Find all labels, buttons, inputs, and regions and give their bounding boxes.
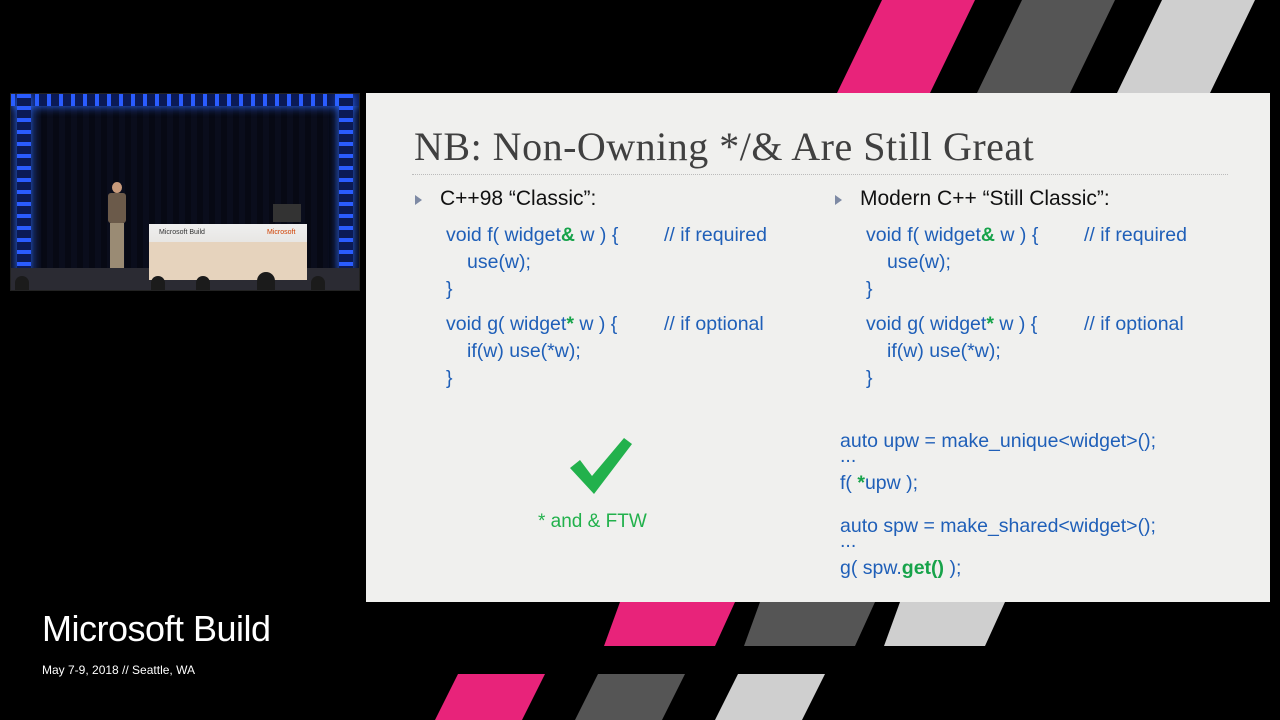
- stage-truss-top: [11, 94, 359, 106]
- event-subtitle: May 7-9, 2018 // Seattle, WA: [42, 663, 195, 677]
- stripe-light-bottom: [715, 674, 825, 720]
- code-comment-required: // if required: [1084, 224, 1187, 246]
- speaker-figure: [106, 182, 128, 272]
- code-line-g-body: if(w) use(*w);: [467, 340, 581, 362]
- right-column-heading: Modern C++ “Still Classic”:: [860, 187, 1110, 210]
- code-line-call-g: g( spw.get() );: [840, 557, 962, 579]
- code-line-spw: auto spw = make_shared<widget>();: [840, 515, 1156, 537]
- laptop: [273, 204, 301, 222]
- stripe-gray-mid: [744, 602, 875, 646]
- title-divider: [412, 174, 1228, 175]
- bullet-arrow-icon: [835, 195, 842, 205]
- code-line-g-close: }: [446, 367, 453, 389]
- code-line-upw: auto upw = make_unique<widget>();: [840, 430, 1156, 452]
- stripe-gray-bottom: [575, 674, 685, 720]
- podium-logo: Microsoft: [267, 229, 296, 236]
- code-line-call-f: f( *upw );: [840, 472, 919, 494]
- audience-head: [257, 272, 275, 290]
- code-line-f-decl: void f( widget& w ) {: [866, 224, 1039, 246]
- slide-title: NB: Non-Owning */& Are Still Great: [414, 124, 1035, 169]
- presentation-slide: NB: Non-Owning */& Are Still Great C++98…: [366, 93, 1270, 602]
- speaker-video-feed: Microsoft Build Microsoft: [10, 93, 360, 291]
- event-title: Microsoft Build: [42, 608, 271, 649]
- checkmark-icon: [570, 438, 632, 494]
- code-ellipsis: ...: [840, 530, 857, 552]
- podium-band: [149, 242, 307, 280]
- stripe-light-mid: [884, 602, 1005, 646]
- podium: Microsoft Build Microsoft: [149, 224, 307, 280]
- code-line-f-body: use(w);: [467, 251, 531, 273]
- code-line-f-body: use(w);: [887, 251, 951, 273]
- code-line-g-decl: void g( widget* w ) {: [866, 313, 1038, 335]
- stripe-pink-mid: [604, 602, 735, 646]
- stripe-pink-bottom: [435, 674, 545, 720]
- code-line-g-decl: void g( widget* w ) {: [446, 313, 618, 335]
- code-line-g-body: if(w) use(*w);: [887, 340, 1001, 362]
- audience-head: [151, 276, 165, 290]
- code-comment-optional: // if optional: [1084, 313, 1184, 335]
- podium-label: Microsoft Build: [159, 229, 205, 236]
- code-comment-optional: // if optional: [664, 313, 764, 335]
- verdict-text: * and & FTW: [538, 511, 647, 532]
- stage-truss-left: [17, 94, 31, 274]
- code-ellipsis: ...: [840, 445, 857, 467]
- code-line-f-decl: void f( widget& w ) {: [446, 224, 619, 246]
- audience-head: [196, 276, 210, 290]
- code-line-f-close: }: [446, 278, 453, 300]
- code-line-f-close: }: [866, 278, 873, 300]
- stripe-gray-top: [977, 0, 1115, 93]
- stripe-pink-top: [837, 0, 975, 93]
- code-comment-required: // if required: [664, 224, 767, 246]
- stripe-light-top: [1117, 0, 1255, 93]
- audience-head: [15, 276, 29, 290]
- bullet-arrow-icon: [415, 195, 422, 205]
- code-line-g-close: }: [866, 367, 873, 389]
- left-column-heading: C++98 “Classic”:: [440, 187, 597, 210]
- stage-truss-right: [339, 94, 353, 274]
- audience-head: [311, 276, 325, 290]
